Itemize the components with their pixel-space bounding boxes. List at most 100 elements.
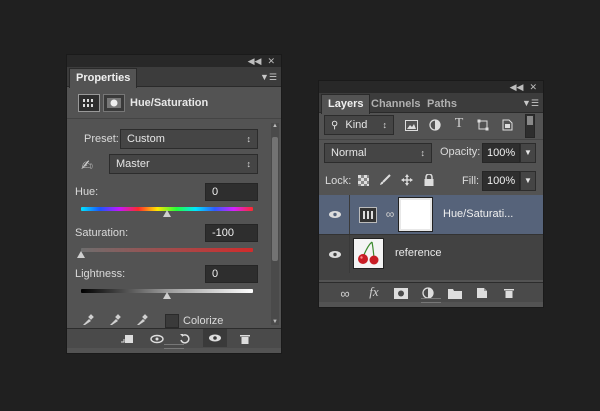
eyedropper-icon[interactable] bbox=[80, 312, 96, 328]
filter-kind-value: Kind bbox=[345, 119, 368, 131]
collapse-icon[interactable]: ◀◀ bbox=[248, 56, 262, 67]
layer-row-reference[interactable]: reference bbox=[319, 235, 543, 273]
targeted-adjustment-hand-icon[interactable]: ✍ bbox=[77, 155, 97, 175]
channel-value: Master bbox=[116, 158, 150, 170]
column-divider bbox=[349, 195, 350, 234]
link-layers-icon[interactable]: ∞ bbox=[335, 285, 355, 301]
preset-label: Preset: bbox=[84, 133, 119, 145]
lock-position-icon[interactable] bbox=[399, 172, 415, 188]
close-icon[interactable]: ✕ bbox=[267, 56, 275, 67]
lock-image-pixels-icon[interactable] bbox=[377, 172, 393, 188]
saturation-label: Saturation: bbox=[75, 227, 129, 239]
hue-input[interactable]: 0 bbox=[205, 183, 258, 201]
updown-arrow-icon: ↕ bbox=[420, 148, 426, 158]
colorize-checkbox[interactable] bbox=[165, 314, 179, 328]
tab-layers[interactable]: Layers bbox=[321, 94, 371, 114]
filter-kind-dropdown[interactable]: ⚲ Kind ↕ bbox=[324, 115, 394, 135]
properties-panel: ◀◀ ✕ Properties ▼☰ Hue/Saturation Preset… bbox=[66, 54, 282, 354]
panel-menu-icon[interactable]: ▼☰ bbox=[522, 98, 539, 109]
adjustment-layer-thumb-icon bbox=[359, 207, 377, 223]
close-icon[interactable]: ✕ bbox=[529, 82, 537, 93]
eyedropper-plus-icon[interactable] bbox=[107, 312, 123, 328]
opacity-input[interactable]: 100% bbox=[482, 143, 520, 163]
layer-name: Hue/Saturati... bbox=[443, 208, 514, 220]
new-layer-icon[interactable] bbox=[472, 285, 492, 301]
filter-toggle-switch[interactable] bbox=[525, 114, 535, 138]
panel-menu-icon[interactable]: ▼☰ bbox=[260, 72, 277, 83]
fill-arrow-button[interactable]: ▼ bbox=[520, 171, 536, 191]
filter-pixel-icon[interactable] bbox=[403, 117, 419, 133]
filter-shape-icon[interactable] bbox=[475, 117, 491, 133]
opacity-label: Opacity: bbox=[440, 146, 481, 158]
preset-value: Custom bbox=[127, 133, 165, 145]
scroll-down-icon[interactable]: ▼ bbox=[272, 319, 278, 325]
scroll-up-icon[interactable]: ▲ bbox=[272, 123, 278, 129]
link-chain-icon[interactable]: ∞ bbox=[385, 206, 395, 222]
properties-scrollbar[interactable]: ▲ ▼ bbox=[271, 123, 279, 325]
blend-mode-dropdown[interactable]: Normal ↕ bbox=[324, 143, 432, 163]
dropdown-arrow-icon: ▼ bbox=[524, 176, 532, 185]
trash-icon[interactable] bbox=[499, 285, 519, 301]
blend-mode-value: Normal bbox=[331, 147, 367, 159]
lightness-slider-thumb[interactable] bbox=[163, 292, 171, 299]
filter-adjustment-icon[interactable] bbox=[427, 117, 443, 133]
adjustment-layer-icon[interactable] bbox=[78, 94, 100, 112]
resize-grip[interactable] bbox=[164, 344, 184, 349]
filter-type-icon[interactable]: T bbox=[451, 116, 467, 132]
updown-arrow-icon: ↕ bbox=[246, 159, 252, 169]
divider bbox=[67, 118, 281, 119]
hue-slider-thumb[interactable] bbox=[163, 210, 171, 217]
new-group-icon[interactable] bbox=[445, 285, 465, 301]
layers-panel: ◀◀ ✕ Layers Channels Paths ▼☰ ⚲ Kind ↕ T… bbox=[318, 80, 544, 308]
cherries-icon bbox=[358, 241, 379, 265]
layer-name: reference bbox=[395, 247, 442, 259]
layers-list: ∞ Hue/Saturati... reference bbox=[319, 195, 543, 280]
layers-panel-topbar: ◀◀ ✕ bbox=[319, 81, 543, 93]
preset-dropdown[interactable]: Custom ↕ bbox=[120, 129, 258, 149]
filter-smart-object-icon[interactable] bbox=[499, 117, 515, 133]
properties-bottombar bbox=[67, 328, 281, 349]
fill-input[interactable]: 100% bbox=[482, 171, 520, 191]
layer-mask-thumbnail[interactable] bbox=[398, 197, 433, 232]
clip-to-layer-icon[interactable] bbox=[117, 331, 137, 347]
opacity-arrow-button[interactable]: ▼ bbox=[520, 143, 536, 163]
layers-tabbar: Layers Channels Paths bbox=[319, 93, 543, 114]
layer-thumbnail-reference[interactable] bbox=[353, 238, 384, 269]
resize-grip[interactable] bbox=[421, 298, 441, 303]
layer-row-hue-saturation[interactable]: ∞ Hue/Saturati... bbox=[319, 195, 543, 235]
lock-label: Lock: bbox=[325, 175, 352, 187]
saturation-slider-track[interactable] bbox=[81, 248, 253, 252]
divider bbox=[319, 139, 543, 140]
eyedropper-minus-icon[interactable] bbox=[134, 312, 150, 328]
adjustment-title: Hue/Saturation bbox=[130, 97, 209, 109]
lightness-label: Lightness: bbox=[75, 268, 126, 280]
tab-properties[interactable]: Properties bbox=[69, 68, 138, 88]
trash-icon[interactable] bbox=[235, 331, 255, 347]
updown-arrow-icon: ↕ bbox=[246, 134, 252, 144]
lock-all-icon[interactable] bbox=[421, 172, 437, 188]
eye-icon[interactable] bbox=[326, 247, 344, 261]
add-mask-icon[interactable] bbox=[391, 285, 411, 301]
layers-bottombar: ∞ fx bbox=[319, 282, 543, 303]
tab-channels[interactable]: Channels bbox=[365, 95, 427, 113]
hue-label: Hue: bbox=[75, 186, 99, 198]
eye-icon[interactable] bbox=[326, 207, 344, 221]
toggle-visibility-icon[interactable] bbox=[203, 329, 227, 347]
properties-panel-topbar: ◀◀ ✕ bbox=[67, 55, 281, 67]
lock-transparent-pixels-icon[interactable] bbox=[355, 172, 371, 188]
saturation-slider-thumb[interactable] bbox=[77, 251, 85, 258]
saturation-input[interactable]: -100 bbox=[205, 224, 258, 242]
scroll-thumb[interactable] bbox=[272, 137, 278, 261]
fx-icon[interactable]: fx bbox=[363, 284, 385, 300]
filter-toggle-knob bbox=[527, 116, 533, 125]
channel-dropdown[interactable]: Master ↕ bbox=[109, 154, 258, 174]
updown-arrow-icon: ↕ bbox=[382, 120, 388, 130]
column-divider bbox=[349, 235, 350, 273]
lightness-input[interactable]: 0 bbox=[205, 265, 258, 283]
dropdown-arrow-icon: ▼ bbox=[524, 148, 532, 157]
tab-paths[interactable]: Paths bbox=[421, 95, 463, 113]
properties-tabbar: Properties bbox=[67, 67, 281, 88]
search-icon: ⚲ bbox=[331, 120, 339, 131]
collapse-icon[interactable]: ◀◀ bbox=[510, 82, 524, 93]
mask-icon[interactable] bbox=[103, 94, 125, 112]
